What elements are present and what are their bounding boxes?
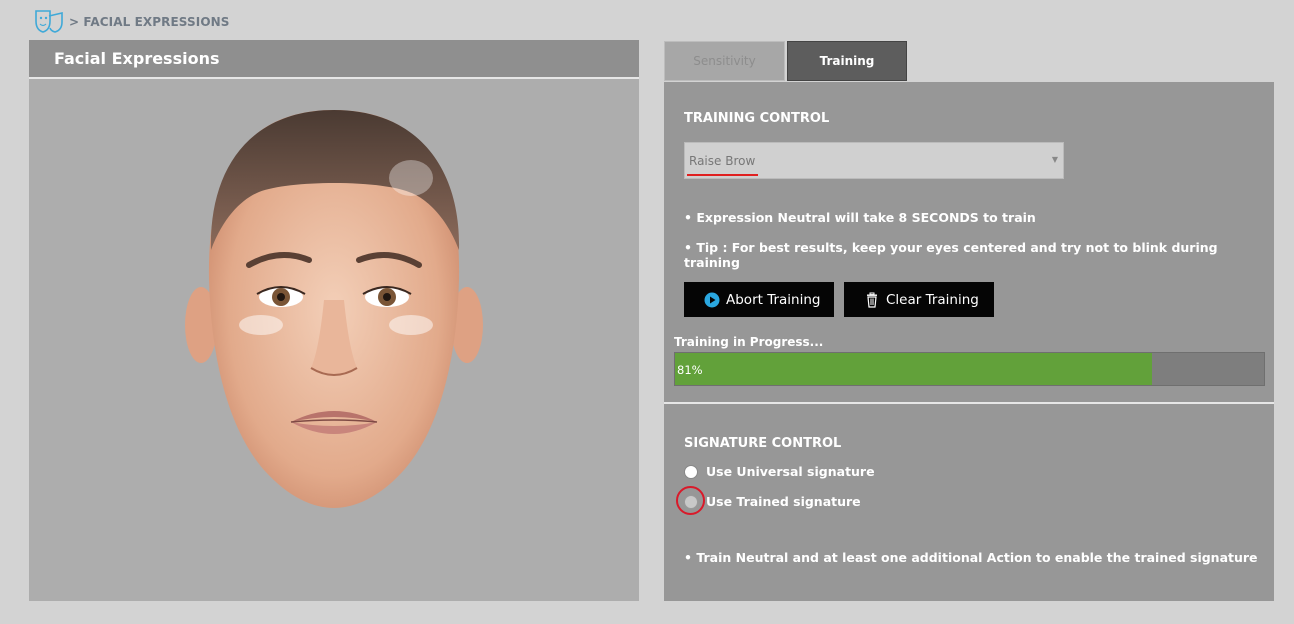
abort-training-button[interactable]: Abort Training	[684, 282, 834, 317]
training-progress-bar: 81%	[674, 352, 1265, 386]
training-tip: • Tip : For best results, keep your eyes…	[684, 240, 1218, 270]
progress-fill	[675, 353, 1153, 385]
signature-control-title: SIGNATURE CONTROL	[684, 436, 842, 451]
chevron-down-icon: ▼	[1051, 155, 1058, 164]
clear-training-label: Clear Training	[886, 291, 979, 308]
play-icon	[704, 292, 720, 307]
radio-button[interactable]	[684, 464, 698, 479]
radio-universal-label: Use Universal signature	[706, 464, 875, 479]
expression-dropdown[interactable]: Raise Brow ▼	[684, 142, 1064, 179]
trash-icon	[867, 292, 877, 308]
face-preview-panel: Facial Expressions	[29, 40, 639, 601]
progress-percent: 81%	[677, 363, 703, 377]
face-avatar	[179, 100, 489, 520]
tab-training[interactable]: Training	[787, 41, 907, 81]
clear-training-button[interactable]: Clear Training	[844, 282, 994, 317]
train-duration-info: • Expression Neutral will take 8 SECONDS…	[684, 210, 1036, 225]
theater-mask-icon	[35, 10, 63, 33]
dropdown-underline	[687, 174, 758, 176]
progress-label: Training in Progress...	[674, 335, 824, 349]
signature-note: • Train Neutral and at least one additio…	[684, 550, 1258, 565]
breadcrumb-text: > FACIAL EXPRESSIONS	[69, 15, 230, 29]
radio-trained-label: Use Trained signature	[706, 494, 861, 509]
highlight-ring	[676, 486, 705, 515]
radio-universal-signature[interactable]: Use Universal signature	[684, 464, 875, 479]
radio-trained-signature[interactable]: Use Trained signature	[684, 494, 861, 509]
section-divider	[664, 402, 1274, 404]
training-control-title: TRAINING CONTROL	[684, 111, 830, 126]
face-panel-header: Facial Expressions	[29, 40, 639, 79]
dropdown-value: Raise Brow	[689, 154, 756, 168]
face-panel-title: Facial Expressions	[54, 49, 220, 68]
tab-sensitivity[interactable]: Sensitivity	[664, 41, 785, 81]
training-panel: TRAINING CONTROL Raise Brow ▼ • Expressi…	[664, 82, 1274, 601]
breadcrumb: > FACIAL EXPRESSIONS	[33, 8, 230, 36]
abort-training-label: Abort Training	[726, 291, 821, 308]
